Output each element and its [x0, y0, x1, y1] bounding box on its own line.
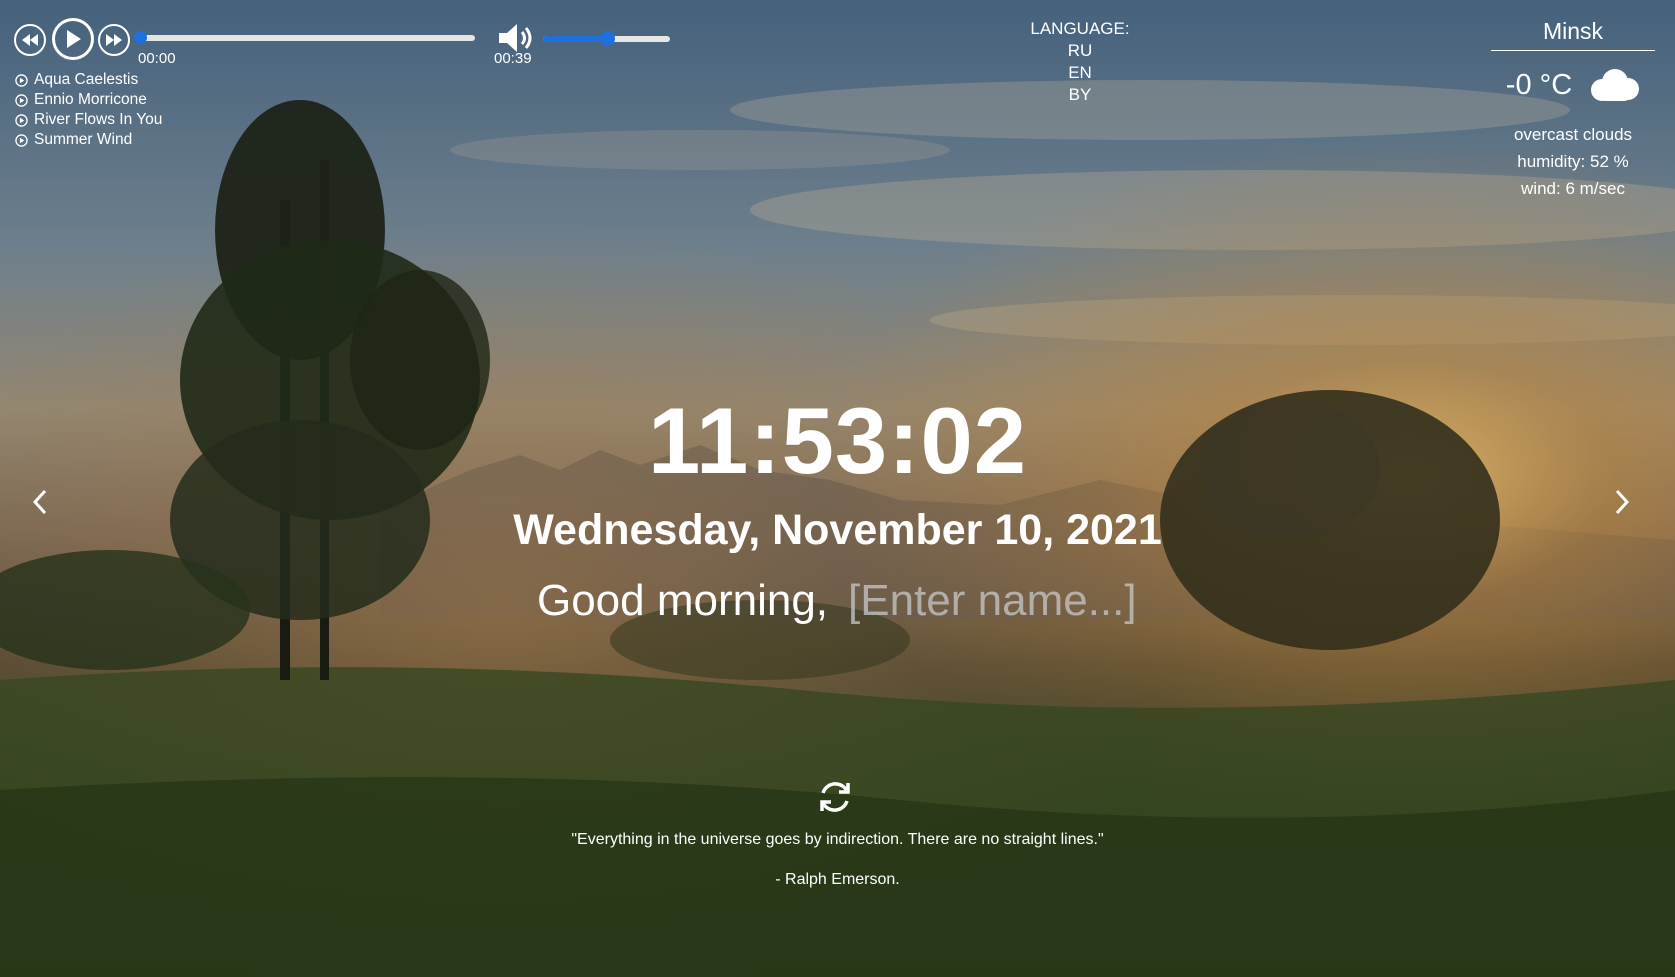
date: Wednesday, November 10, 2021	[513, 506, 1162, 554]
weather-description: overcast clouds	[1513, 125, 1633, 144]
weather-widget: Minsk -0 °C overcast clouds humidity: 52…	[1491, 16, 1655, 202]
next-track-button[interactable]	[98, 24, 130, 56]
playlist-item[interactable]: River Flows In You	[15, 110, 162, 130]
temperature: -0 °C	[1505, 68, 1573, 101]
previous-track-button[interactable]	[14, 24, 46, 56]
current-time: 00:00	[138, 50, 176, 67]
name-input[interactable]	[848, 576, 1139, 626]
play-icon	[15, 93, 28, 107]
playlist-item-title: River Flows In You	[34, 111, 163, 128]
volume-handle[interactable]	[599, 31, 615, 46]
play-button[interactable]	[52, 18, 94, 60]
playlist-item-title: Summer Wind	[34, 131, 133, 148]
language-switcher: LANGUAGE: RU EN BY	[1010, 18, 1150, 106]
fast-forward-icon	[106, 34, 122, 46]
playlist-item[interactable]: Aqua Caelestis	[15, 70, 162, 90]
play-icon	[15, 113, 28, 127]
play-icon	[15, 73, 28, 87]
playlist-item-title: Aqua Caelestis	[34, 71, 139, 88]
greeting-text: Good morning,	[536, 576, 829, 625]
wind: wind: 6 m/sec	[1521, 179, 1625, 198]
temperature-row: -0 °C	[1491, 65, 1655, 105]
greeting-container: Good morning,	[0, 576, 1675, 626]
progress-handle[interactable]	[134, 31, 147, 44]
humidity: humidity: 52 %	[1517, 152, 1629, 171]
cloud-icon	[1591, 69, 1640, 101]
playlist-item[interactable]: Ennio Morricone	[15, 90, 162, 110]
quote-author: - Ralph Emerson.	[775, 871, 900, 888]
playlist: Aqua Caelestis Ennio Morricone River Flows…	[15, 70, 162, 150]
volume-level	[543, 36, 607, 42]
rewind-icon	[22, 34, 38, 46]
page: 00:00 00:39 Aqua Caelestis Ennio Morricon…	[0, 0, 1675, 977]
play-icon	[67, 30, 81, 48]
playlist-item[interactable]: Summer Wind	[15, 130, 162, 150]
language-option-ru[interactable]: RU	[1010, 40, 1150, 62]
speaker-icon[interactable]	[497, 22, 537, 54]
refresh-icon[interactable]	[816, 778, 854, 816]
audio-player: 00:00 00:39 Aqua Caelestis Ennio Morricon…	[0, 0, 700, 150]
language-option-en[interactable]: EN	[1010, 62, 1150, 84]
play-icon	[15, 133, 28, 147]
quote-text: "Everything in the universe goes by indi…	[571, 831, 1104, 848]
clock: 11:53:02	[647, 388, 1028, 493]
language-option-by[interactable]: BY	[1010, 84, 1150, 106]
progress-bar[interactable]	[140, 35, 475, 41]
language-label: LANGUAGE:	[1030, 19, 1130, 38]
playlist-item-title: Ennio Morricone	[34, 91, 147, 108]
city-input[interactable]: Minsk	[1491, 16, 1655, 51]
